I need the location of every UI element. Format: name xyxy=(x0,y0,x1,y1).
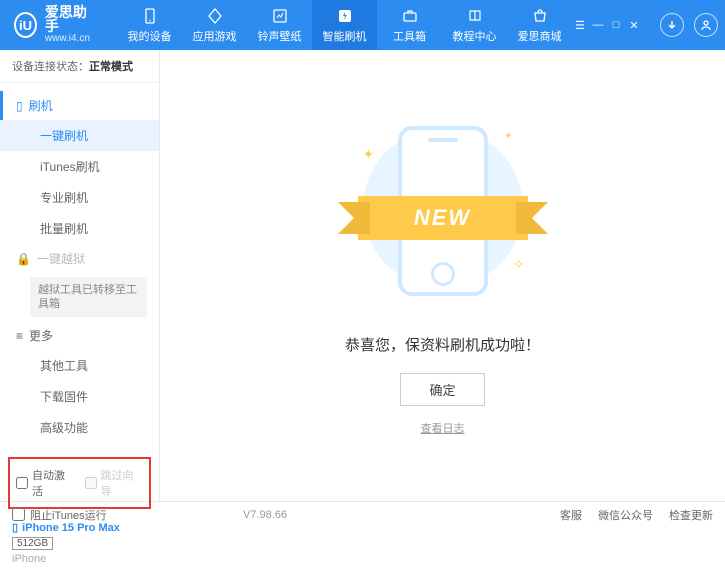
user-button[interactable] xyxy=(694,13,718,37)
app-title: 爱思助手 xyxy=(45,5,93,33)
view-log-link[interactable]: 查看日志 xyxy=(421,420,465,436)
nav-toolbox[interactable]: 工具箱 xyxy=(377,0,442,50)
options-highlight-box: 自动激活 跳过向导 xyxy=(8,457,151,509)
nav-apps[interactable]: 应用游戏 xyxy=(182,0,247,50)
block-itunes-checkbox[interactable]: 阻止iTunes运行 xyxy=(12,507,107,523)
apps-icon xyxy=(206,7,224,25)
more-icon: ≡ xyxy=(16,329,23,343)
phone-icon: ▯ xyxy=(12,521,18,534)
sidebar-item-pro-flash[interactable]: 专业刷机 xyxy=(0,182,159,213)
lock-icon: 🔒 xyxy=(16,252,31,266)
nav-ringtones[interactable]: 铃声壁纸 xyxy=(247,0,312,50)
nav-store[interactable]: 爱思商城 xyxy=(507,0,572,50)
main-content: ✦✧✦ NEW 恭喜您，保资料刷机成功啦！ 确定 查看日志 xyxy=(160,50,725,501)
phone-icon: ▯ xyxy=(16,99,23,113)
minimize-button[interactable]: — xyxy=(590,17,606,33)
sidebar-item-one-click-flash[interactable]: 一键刷机 xyxy=(0,120,159,151)
ok-button[interactable]: 确定 xyxy=(400,373,484,406)
sidebar-item-itunes-flash[interactable]: iTunes刷机 xyxy=(0,151,159,182)
success-message: 恭喜您，保资料刷机成功啦！ xyxy=(345,334,540,355)
book-icon xyxy=(466,7,484,25)
auto-activate-checkbox[interactable]: 自动激活 xyxy=(16,467,75,499)
sidebar: 设备连接状态：正常模式 ▯ 刷机 一键刷机 iTunes刷机 专业刷机 批量刷机… xyxy=(0,50,160,501)
device-type: iPhone xyxy=(12,553,147,565)
logo: iU 爱思助手 www.i4.cn xyxy=(0,5,107,45)
sidebar-section-jailbreak: 🔒 一键越狱 xyxy=(0,244,159,273)
device-info: ▯ iPhone 15 Pro Max 512GB iPhone xyxy=(0,515,159,573)
sidebar-item-batch-flash[interactable]: 批量刷机 xyxy=(0,213,159,244)
download-button[interactable] xyxy=(660,13,684,37)
media-icon xyxy=(271,7,289,25)
toolbox-icon xyxy=(401,7,419,25)
maximize-button[interactable]: □ xyxy=(608,17,624,33)
menu-icon[interactable]: ☰ xyxy=(572,17,588,33)
skip-guide-checkbox[interactable]: 跳过向导 xyxy=(85,467,144,499)
store-icon xyxy=(531,7,549,25)
nav-my-device[interactable]: 我的设备 xyxy=(117,0,182,50)
jailbreak-note: 越狱工具已转移至工具箱 xyxy=(30,277,147,317)
sidebar-item-other-tools[interactable]: 其他工具 xyxy=(0,350,159,381)
nav-tutorials[interactable]: 教程中心 xyxy=(442,0,507,50)
device-name[interactable]: ▯ iPhone 15 Pro Max xyxy=(12,521,147,534)
sidebar-section-more[interactable]: ≡ 更多 xyxy=(0,321,159,350)
version-label: V7.98.66 xyxy=(243,509,287,521)
device-icon xyxy=(141,7,159,25)
success-illustration: ✦✧✦ NEW xyxy=(353,116,533,316)
top-nav: 我的设备 应用游戏 铃声壁纸 智能刷机 工具箱 教程中心 爱思商城 xyxy=(117,0,572,50)
sidebar-item-advanced[interactable]: 高级功能 xyxy=(0,412,159,443)
header: iU 爱思助手 www.i4.cn 我的设备 应用游戏 铃声壁纸 智能刷机 工具… xyxy=(0,0,725,50)
footer-link-wechat[interactable]: 微信公众号 xyxy=(598,507,653,523)
sidebar-section-flash[interactable]: ▯ 刷机 xyxy=(0,91,159,120)
flash-icon xyxy=(336,7,354,25)
new-ribbon: NEW xyxy=(358,196,528,240)
nav-flash[interactable]: 智能刷机 xyxy=(312,0,377,50)
device-status: 设备连接状态：正常模式 xyxy=(0,50,159,83)
header-right: ☰ — □ ✕ xyxy=(572,13,725,37)
sidebar-item-download-firmware[interactable]: 下载固件 xyxy=(0,381,159,412)
app-url: www.i4.cn xyxy=(45,33,93,45)
close-button[interactable]: ✕ xyxy=(626,17,642,33)
footer-link-update[interactable]: 检查更新 xyxy=(669,507,713,523)
footer-link-support[interactable]: 客服 xyxy=(560,507,582,523)
storage-badge: 512GB xyxy=(12,537,53,550)
logo-icon: iU xyxy=(14,12,37,38)
